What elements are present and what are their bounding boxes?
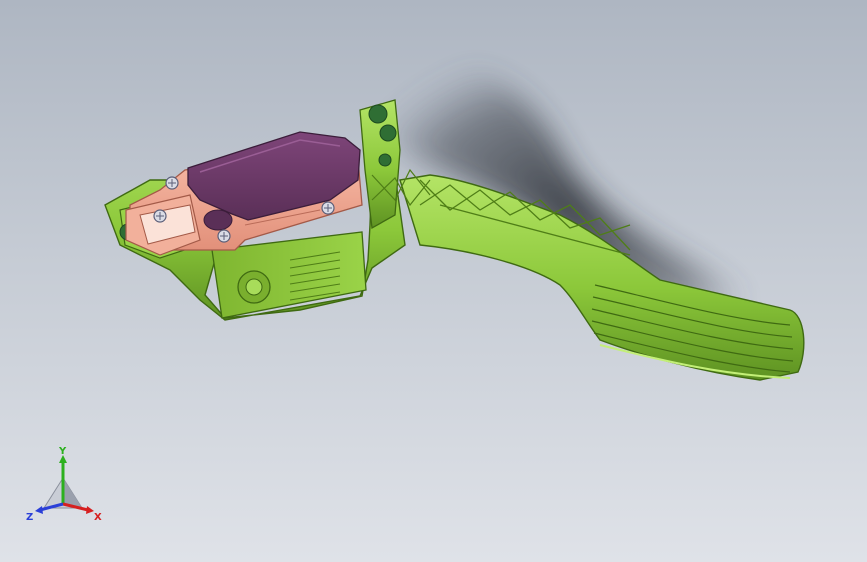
pedal-assembly-model[interactable]: [0, 0, 867, 562]
orientation-triad[interactable]: Y X Z: [22, 446, 106, 526]
x-axis-label: X: [94, 512, 102, 523]
3d-graphics-viewport[interactable]: Y X Z: [0, 0, 867, 562]
y-axis-label: Y: [58, 446, 67, 457]
z-axis-label: Z: [26, 512, 33, 523]
